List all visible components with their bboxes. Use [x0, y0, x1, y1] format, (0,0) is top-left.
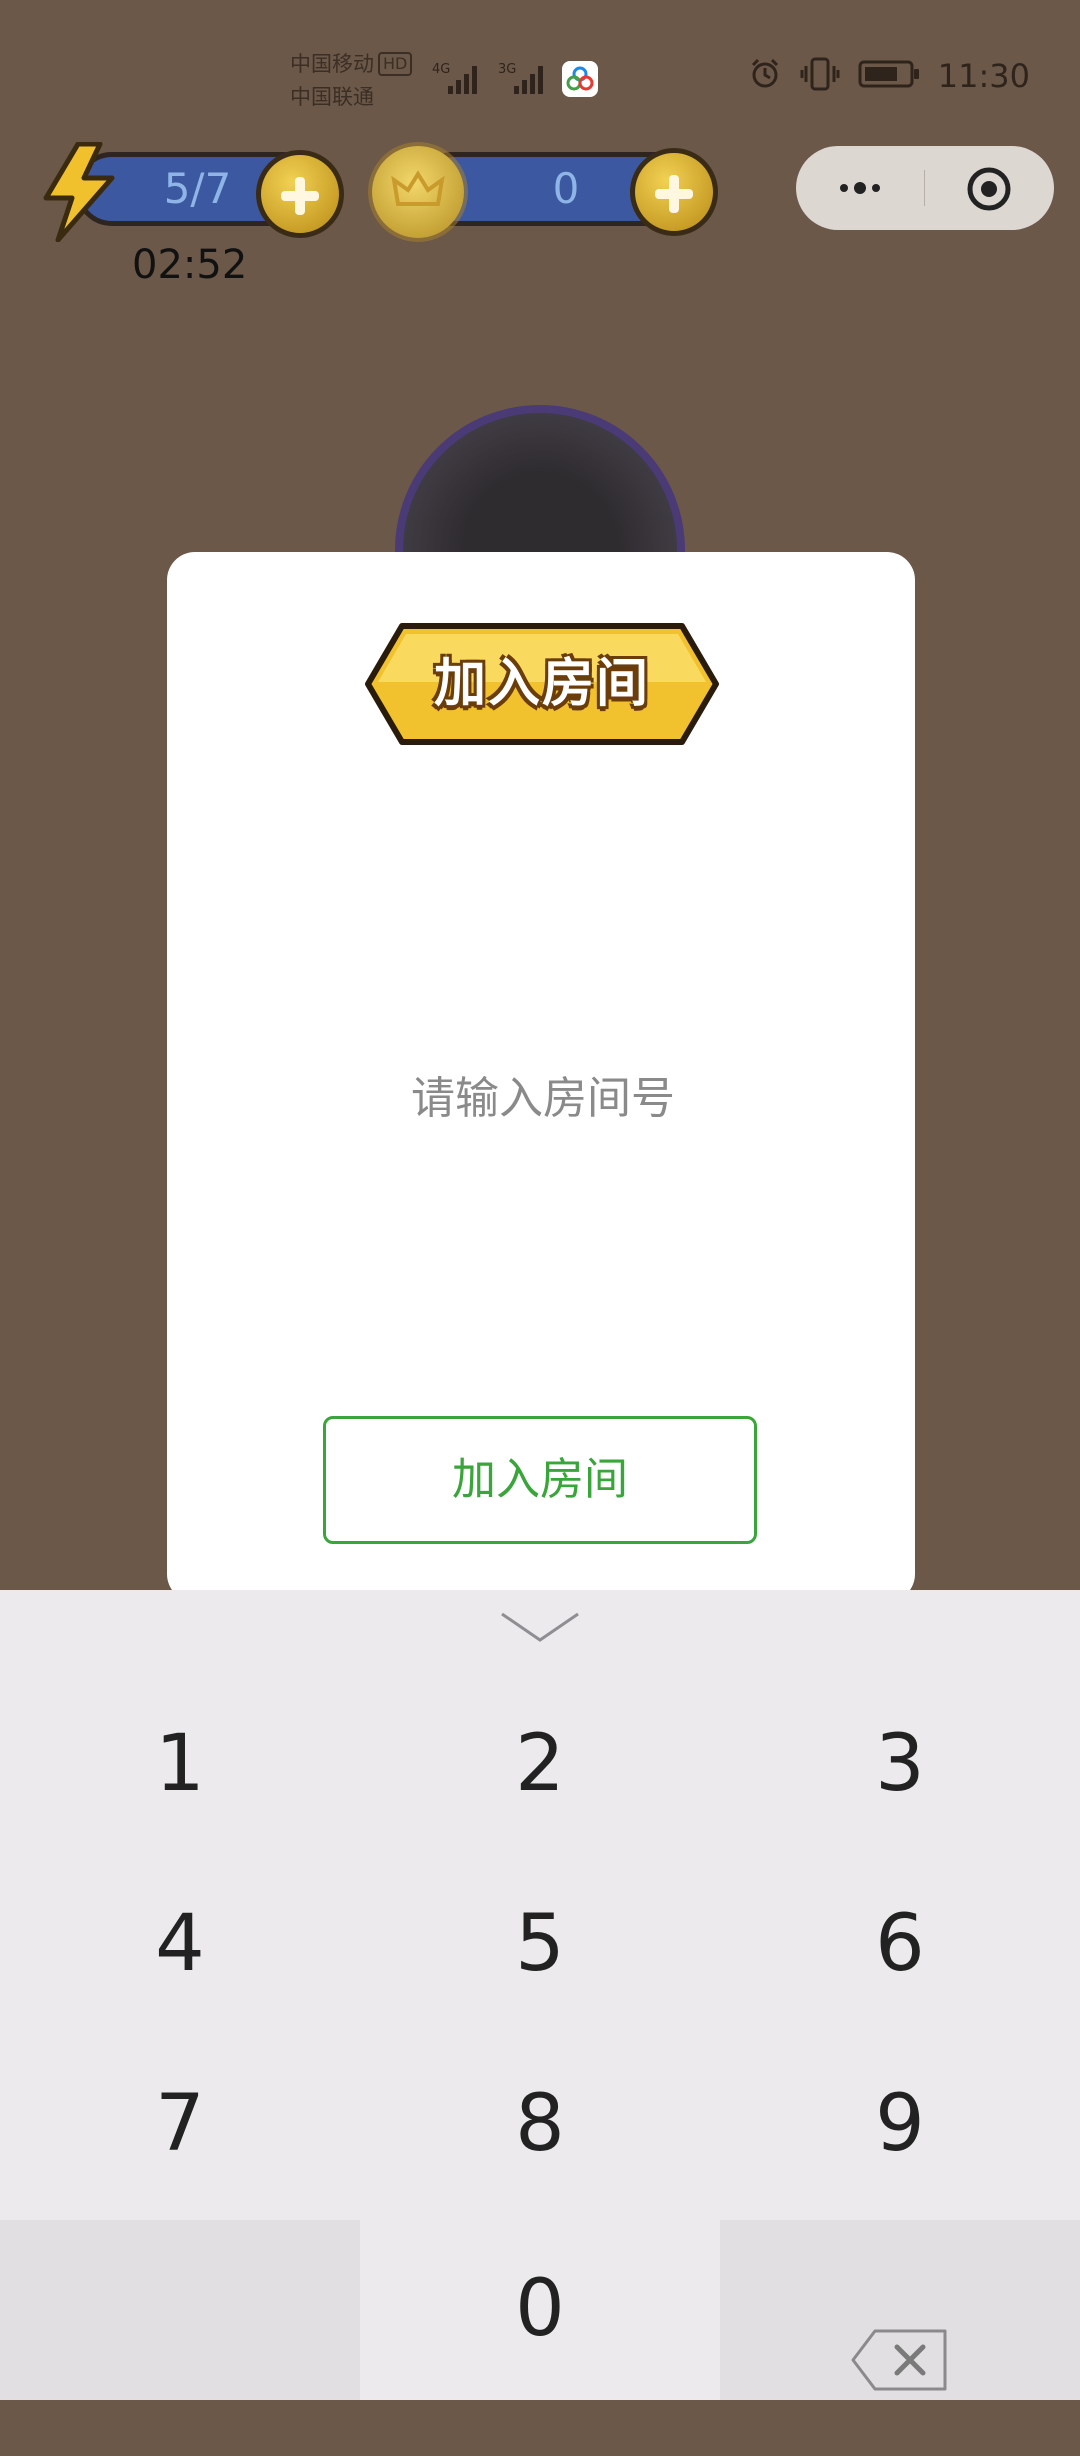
dialog-title: 加入房间: [433, 654, 650, 714]
hd-badge: HD: [378, 52, 413, 76]
carrier-1-label: 中国移动: [290, 52, 374, 76]
join-room-dialog: 加入房间 加入房间: [167, 552, 919, 1602]
alarm-icon: [748, 57, 782, 95]
carrier-2-label: 中国联通: [290, 85, 374, 109]
battery-icon: [858, 59, 920, 93]
key-5[interactable]: 5: [360, 1855, 720, 2033]
lightning-icon: [38, 141, 120, 243]
close-miniprogram-icon[interactable]: [966, 166, 1012, 212]
app-notification-icon: [562, 61, 598, 97]
key-blank: [0, 2220, 360, 2400]
dialog-title-badge: 加入房间: [362, 620, 722, 748]
capsule-divider: [924, 170, 925, 206]
backspace-icon: [849, 2278, 951, 2456]
add-energy-button[interactable]: [256, 150, 344, 238]
join-room-button[interactable]: 加入房间: [323, 1416, 757, 1544]
add-coin-button[interactable]: [630, 148, 718, 236]
status-right: 11:30: [748, 56, 1030, 96]
signal-2-icon: 3G: [498, 58, 558, 98]
keyboard-collapse-icon[interactable]: [498, 1608, 582, 1648]
status-time: 11:30: [937, 57, 1030, 95]
key-6[interactable]: 6: [720, 1855, 1080, 2033]
key-9[interactable]: 9: [720, 2035, 1080, 2213]
room-number-input[interactable]: [167, 1057, 919, 1139]
more-options-icon[interactable]: [832, 170, 892, 206]
key-8[interactable]: 8: [360, 2035, 720, 2213]
signal-1-icon: 4G: [432, 58, 492, 98]
numeric-keyboard: 1 2 3 4 5 6 7 8 9 0: [0, 1590, 1080, 2400]
key-7[interactable]: 7: [0, 2035, 360, 2213]
key-0[interactable]: 0: [360, 2220, 720, 2398]
key-3[interactable]: 3: [720, 1675, 1080, 1853]
carrier-info: 中国移动 HD 中国联通: [290, 48, 413, 114]
miniprogram-capsule: [796, 146, 1054, 230]
crown-coin-icon: [372, 146, 464, 238]
energy-timer: 02:52: [132, 242, 248, 288]
vibrate-icon: [800, 56, 840, 96]
key-4[interactable]: 4: [0, 1855, 360, 2033]
key-backspace[interactable]: [720, 2220, 1080, 2400]
key-1[interactable]: 1: [0, 1675, 360, 1853]
key-2[interactable]: 2: [360, 1675, 720, 1853]
